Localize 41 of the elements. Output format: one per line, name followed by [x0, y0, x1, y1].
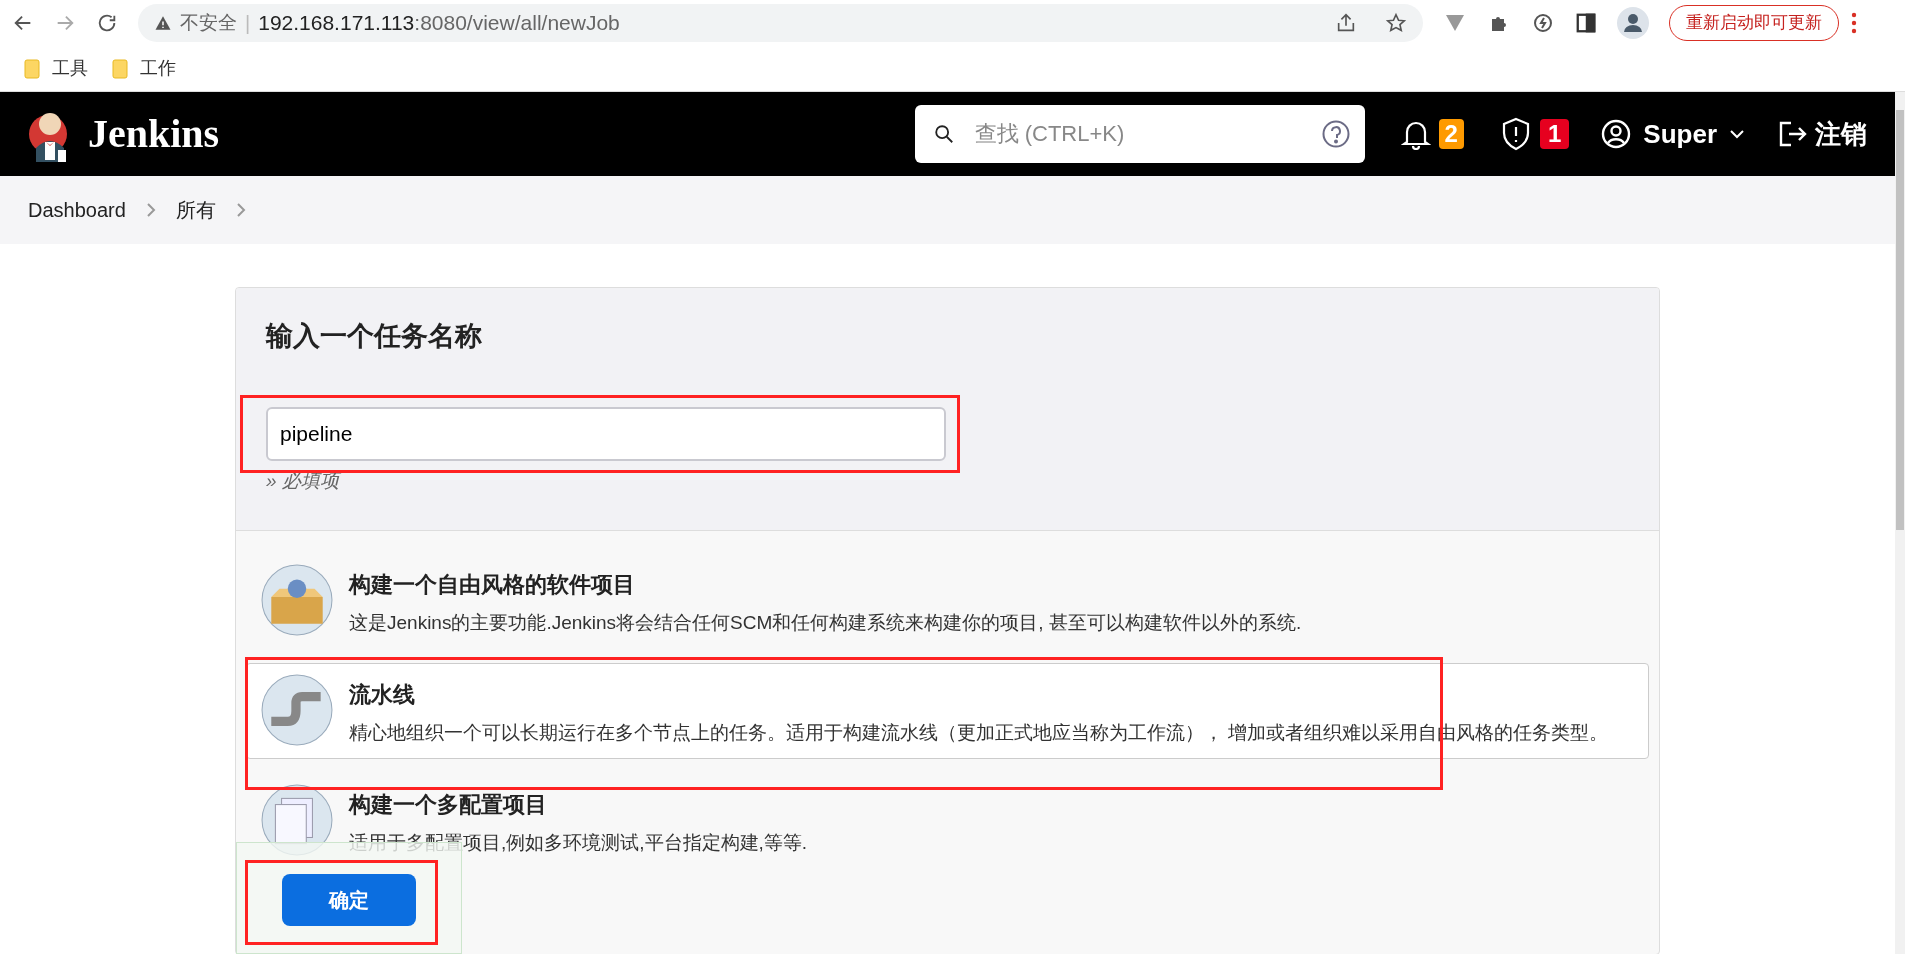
job-type-description: 这是Jenkins的主要功能.Jenkins将会结合任何SCM和任何构建系统来构建你的项目, 甚至可以构建软件以外的系统.	[349, 611, 1302, 635]
chevron-down-icon	[1729, 129, 1745, 139]
form-heading: 输入一个任务名称	[266, 320, 483, 353]
chevron-right-icon	[145, 202, 156, 218]
address-bar[interactable]: 不安全 | 192.168.171.113:8080/view/all/newJob	[138, 4, 1423, 42]
logout-icon	[1777, 119, 1807, 149]
bookmark-item[interactable]: 工具	[24, 55, 88, 82]
job-type-title: 构建一个自由风格的软件项目	[349, 571, 636, 599]
search-icon	[932, 123, 955, 145]
search-field[interactable]: 查找 (CTRL+K)	[914, 105, 1365, 163]
box-icon	[261, 564, 333, 636]
brand-title[interactable]: Jenkins	[88, 104, 220, 164]
folder-icon	[112, 58, 128, 79]
url-text: 192.168.171.113:8080/view/all/newJob	[258, 10, 620, 37]
warning-icon	[154, 14, 172, 32]
breadcrumb-link[interactable]: Dashboard	[28, 195, 126, 225]
sidebar-icon[interactable]	[1575, 12, 1597, 34]
required-hint: » 必填项	[266, 468, 342, 493]
star-icon[interactable]	[1385, 12, 1407, 34]
logout-link[interactable]: 注销	[1777, 114, 1867, 154]
job-type-title: 流水线	[349, 681, 416, 709]
folder-icon	[24, 58, 40, 79]
breadcrumb-link[interactable]: 所有	[175, 195, 216, 225]
ok-button[interactable]: 确定	[282, 874, 416, 926]
security-count[interactable]: 1	[1539, 119, 1570, 149]
separator-text: |	[245, 11, 251, 36]
user-menu[interactable]: Super	[1601, 114, 1745, 154]
help-icon[interactable]	[1320, 119, 1351, 149]
chevron-right-icon	[235, 202, 246, 218]
pipe-icon	[261, 674, 333, 746]
user-icon	[1601, 119, 1632, 149]
bookmark-item[interactable]: 工作	[112, 55, 176, 82]
job-type-title: 构建一个多配置项目	[349, 791, 548, 819]
profile-icon[interactable]	[1617, 7, 1649, 39]
job-name-input[interactable]: pipeline	[266, 406, 946, 461]
job-type-option[interactable]: 构建一个自由风格的软件项目 这是Jenkins的主要功能.Jenkins将会结合任何SCM和任何构建系统来构建你的项目, 甚至可以构建软件以外的系统.	[246, 553, 1649, 649]
more-icon[interactable]	[1851, 12, 1857, 34]
security-label: 不安全	[180, 10, 237, 35]
share-icon[interactable]	[1335, 12, 1357, 34]
reload-icon[interactable]	[96, 12, 118, 34]
scrollbar[interactable]	[1895, 92, 1905, 954]
